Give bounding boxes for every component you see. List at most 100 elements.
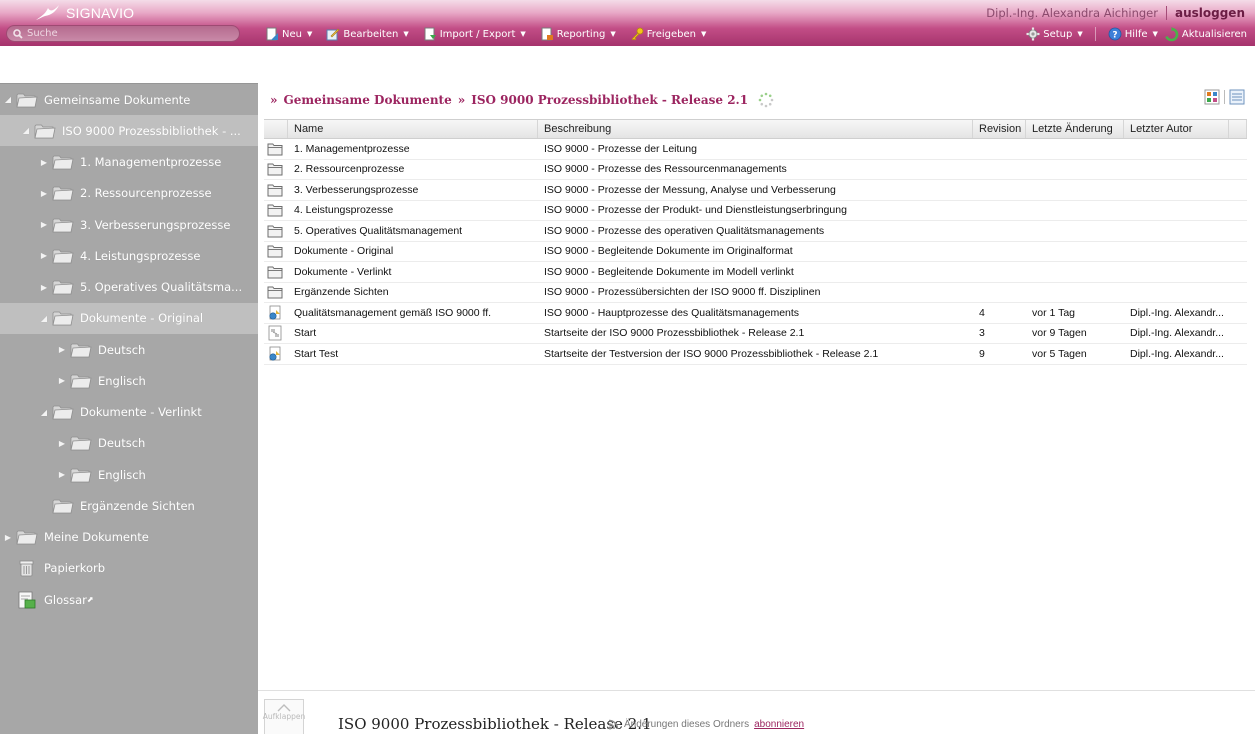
sidebar-tree-item[interactable]: ▶ 1. Managementprozesse — [0, 147, 258, 178]
refresh-label: Aktualisieren — [1181, 28, 1247, 40]
search-placeholder: Suche — [27, 28, 58, 39]
row-icon-cell — [264, 344, 288, 364]
dropdown-arrow-icon: ▼ — [610, 30, 616, 38]
sidebar-tree-item[interactable]: ▶ Deutsch — [0, 428, 258, 459]
column-header-last-modified[interactable]: Letzte Änderung — [1026, 120, 1124, 138]
new-menu[interactable]: Neu ▼ — [265, 27, 312, 41]
tree-expand-icon[interactable]: ▶ — [39, 158, 49, 167]
cell-last-modified: vor 9 Tagen — [1032, 327, 1087, 340]
tree-collapse-icon[interactable]: ◢ — [3, 95, 13, 104]
cell-last-modified — [1026, 262, 1124, 282]
import-export-menu[interactable]: Import / Export ▼ — [423, 27, 526, 41]
cell-last-modified: vor 1 Tag — [1032, 306, 1075, 319]
help-menu[interactable]: ? Hilfe ▼ — [1108, 27, 1158, 41]
tree-expand-icon[interactable]: ▶ — [3, 533, 13, 542]
cell-description: ISO 9000 - Hauptprozesse des Qualitätsma… — [544, 306, 800, 319]
sidebar-tree-item[interactable]: ◢ ISO 9000 Prozessbibliothek - ... — [0, 115, 258, 147]
refresh-button[interactable]: Aktualisieren — [1164, 26, 1247, 42]
rss-feed-icon — [608, 719, 619, 730]
table-row[interactable]: 1. Managementprozesse ISO 9000 - Prozesse… — [264, 139, 1247, 160]
sidebar-item-label: Meine Dokumente — [44, 530, 149, 544]
table-row[interactable]: Qualitätsmanagement gemäß ISO 9000 ff. IS… — [264, 303, 1247, 324]
share-menu[interactable]: Freigeben ▼ — [630, 27, 706, 41]
list-view-icon[interactable] — [1229, 89, 1245, 105]
tree-expand-icon[interactable]: ▶ — [39, 251, 49, 260]
sidebar-tree-item[interactable]: ◢ Dokumente - Verlinkt — [0, 397, 258, 428]
column-header-last-author[interactable]: Letzter Autor — [1124, 120, 1229, 138]
sidebar-tree-item[interactable]: ▶ Englisch — [0, 459, 258, 490]
setup-menu[interactable]: Setup ▼ — [1026, 27, 1083, 41]
tree-expand-icon[interactable]: ▶ — [57, 376, 67, 385]
sidebar-tree-item[interactable]: ▶ 3. Verbesserungsprozesse — [0, 209, 258, 240]
dropdown-arrow-icon: ▼ — [306, 30, 313, 38]
expand-panel-button[interactable]: Aufklappen — [263, 699, 305, 734]
sidebar-item-label: 1. Managementprozesse — [80, 155, 222, 169]
help-label: Hilfe — [1124, 28, 1148, 40]
breadcrumb-separator: » — [270, 93, 278, 107]
folder-icon — [70, 343, 92, 357]
diagram-icon — [268, 325, 282, 341]
tree-collapse-icon[interactable]: ◢ — [21, 126, 31, 135]
edit-menu[interactable]: Bearbeiten ▼ — [326, 27, 409, 41]
table-row[interactable]: Dokumente - Original ISO 9000 - Begleiten… — [264, 242, 1247, 262]
main-content: » Gemeinsame Dokumente » ISO 9000 Prozes… — [258, 83, 1255, 734]
search-input[interactable]: Suche — [6, 25, 240, 42]
sidebar-item-label: 3. Verbesserungsprozesse — [80, 217, 231, 232]
table-row[interactable]: Start Startseite der ISO 9000 Prozessbibl… — [264, 324, 1247, 344]
column-header-name[interactable]: Name — [288, 120, 538, 138]
table-row[interactable]: 3. Verbesserungsprozesse ISO 9000 - Proze… — [264, 180, 1247, 201]
cell-last-author — [1124, 262, 1229, 282]
subscribe-link[interactable]: abonnieren — [754, 719, 804, 730]
tree-collapse-icon[interactable]: ◢ — [39, 314, 49, 323]
tree-expand-icon[interactable]: ▶ — [39, 220, 49, 229]
main-toolbar: Neu ▼ Bearbeiten ▼ Import / Export ▼ Report… — [265, 25, 706, 43]
tree-collapse-icon[interactable]: ◢ — [39, 408, 49, 417]
column-header-revision[interactable]: Revision — [973, 120, 1026, 138]
sidebar-tree-item[interactable]: ▶ 4. Leistungsprozesse — [0, 240, 258, 271]
subscribe-text: Änderungen dieses Ordners — [624, 719, 750, 730]
tree-expand-icon[interactable]: ▶ — [57, 470, 67, 479]
table-row[interactable]: Ergänzende Sichten ISO 9000 - Prozessüber… — [264, 283, 1247, 303]
table-row[interactable]: 4. Leistungsprozesse ISO 9000 - Prozesse … — [264, 201, 1247, 221]
icon-view-icon[interactable] — [1204, 89, 1220, 105]
trash-icon — [19, 560, 34, 577]
cell-revision — [973, 221, 1026, 241]
signavio-logo[interactable]: SIGNAVIO — [34, 3, 134, 23]
folder-icon — [34, 124, 56, 139]
table-row[interactable]: Start Test Startseite der Testversion der… — [264, 344, 1247, 365]
sidebar-item-label: Glossar — [44, 592, 87, 607]
sidebar-tree-item[interactable]: ▶ 5. Operatives Qualitätsma... — [0, 272, 258, 303]
sidebar-tree-item[interactable]: ◢ Dokumente - Original — [0, 302, 258, 334]
logout-link[interactable]: ausloggen — [1175, 6, 1245, 20]
tree-expand-icon[interactable]: ▶ — [57, 345, 67, 354]
sidebar-tree-item[interactable]: Papierkorb — [0, 553, 258, 584]
tree-expand-icon[interactable]: ▶ — [39, 189, 49, 198]
sidebar-tree-item[interactable]: ▶ Englisch — [0, 365, 258, 396]
sidebar-tree-item[interactable]: Glossar ⬈ — [0, 584, 258, 615]
row-icon-cell — [264, 283, 288, 303]
sidebar-tree-item[interactable]: Ergänzende Sichten — [0, 490, 258, 521]
folder-icon — [267, 204, 283, 217]
cell-revision — [973, 201, 1026, 221]
sidebar-item-label: Englisch — [98, 373, 146, 388]
breadcrumb-item-current-folder[interactable]: ISO 9000 Prozessbibliothek - Release 2.1 — [471, 93, 748, 107]
import-export-label: Import / Export — [439, 28, 516, 40]
table-row[interactable]: 5. Operatives Qualitätsmanagement ISO 900… — [264, 221, 1247, 242]
column-header-description[interactable]: Beschreibung — [538, 120, 973, 138]
table-row[interactable]: 2. Ressourcenprozesse ISO 9000 - Prozesse… — [264, 160, 1247, 180]
signavio-bird-icon — [36, 5, 59, 20]
sidebar-tree-item[interactable]: ▶ Deutsch — [0, 334, 258, 365]
breadcrumb-item-shared-documents[interactable]: Gemeinsame Dokumente — [284, 93, 452, 107]
table-row[interactable]: Dokumente - Verlinkt ISO 9000 - Begleiten… — [264, 262, 1247, 283]
cell-name: Dokumente - Original — [294, 245, 394, 258]
model-icon — [269, 346, 281, 361]
sidebar-tree-item[interactable]: ▶ 2. Ressourcenprozesse — [0, 178, 258, 209]
cell-last-modified — [1026, 160, 1124, 180]
sidebar-tree-item[interactable]: ◢ Gemeinsame Dokumente — [0, 84, 258, 115]
reporting-menu[interactable]: Reporting ▼ — [540, 27, 616, 41]
view-switch-separator — [1224, 90, 1225, 104]
tree-expand-icon[interactable]: ▶ — [57, 439, 67, 448]
tree-expand-icon[interactable]: ▶ — [39, 283, 49, 292]
folder-icon — [52, 249, 74, 264]
sidebar-tree-item[interactable]: ▶ Meine Dokumente — [0, 522, 258, 553]
